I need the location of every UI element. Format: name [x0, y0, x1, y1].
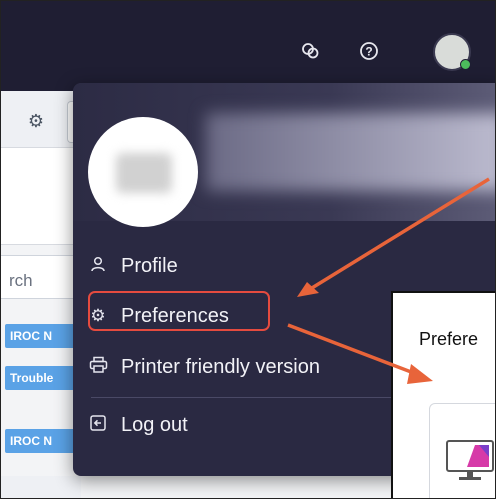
preview-title: Prefere — [419, 329, 479, 349]
user-icon-svg — [91, 256, 105, 271]
content-footer — [1, 476, 81, 498]
list-tag[interactable]: IROC N — [5, 324, 75, 348]
chat-bubbles-icon-svg — [302, 43, 319, 59]
menu-item-label: Profile — [121, 254, 178, 277]
preferences-preview-panel: Prefere — [391, 291, 495, 498]
preferences-highlight-box — [88, 291, 270, 331]
menu-item-label: Log out — [121, 413, 188, 436]
chat-bubbles-icon[interactable] — [299, 41, 321, 63]
logout-icon — [87, 414, 109, 437]
menu-item-printer-friendly[interactable]: Printer friendly version — [87, 349, 320, 385]
content-area — [1, 148, 81, 245]
list-tag[interactable]: IROC N — [5, 429, 75, 453]
printer-icon — [87, 356, 109, 379]
help-circle-icon-svg: ? — [360, 42, 378, 60]
help-circle-icon[interactable]: ? — [358, 41, 380, 63]
monitor-icon — [446, 440, 494, 480]
logout-icon-svg — [90, 414, 106, 431]
printer-icon-svg — [89, 356, 107, 373]
menu-item-label: Printer friendly version — [121, 355, 320, 378]
search-placeholder: rch — [9, 271, 33, 290]
top-app-bar: ? — [1, 1, 495, 91]
screenshot-frame: ? ⚙ rch IROC N Trouble IROC N Profile ⚙ … — [0, 0, 496, 499]
menu-item-logout[interactable]: Log out — [87, 407, 188, 443]
user-avatar-large — [88, 117, 198, 227]
settings-gear-icon[interactable]: ⚙ — [25, 110, 47, 132]
svg-text:?: ? — [365, 45, 372, 59]
redacted-user-name — [206, 113, 495, 191]
presence-status-indicator — [460, 59, 471, 70]
menu-item-profile[interactable]: Profile — [87, 248, 178, 284]
list-tag[interactable]: Trouble — [5, 366, 75, 390]
redacted-avatar-image — [116, 153, 172, 193]
user-icon — [87, 255, 109, 278]
